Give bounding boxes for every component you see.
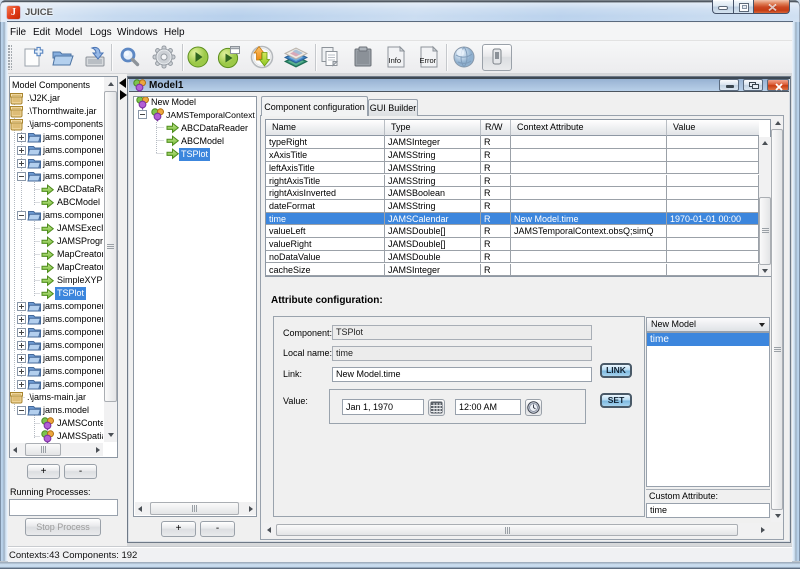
- svg-text:Info: Info: [389, 56, 402, 65]
- svg-text:Error: Error: [420, 56, 437, 65]
